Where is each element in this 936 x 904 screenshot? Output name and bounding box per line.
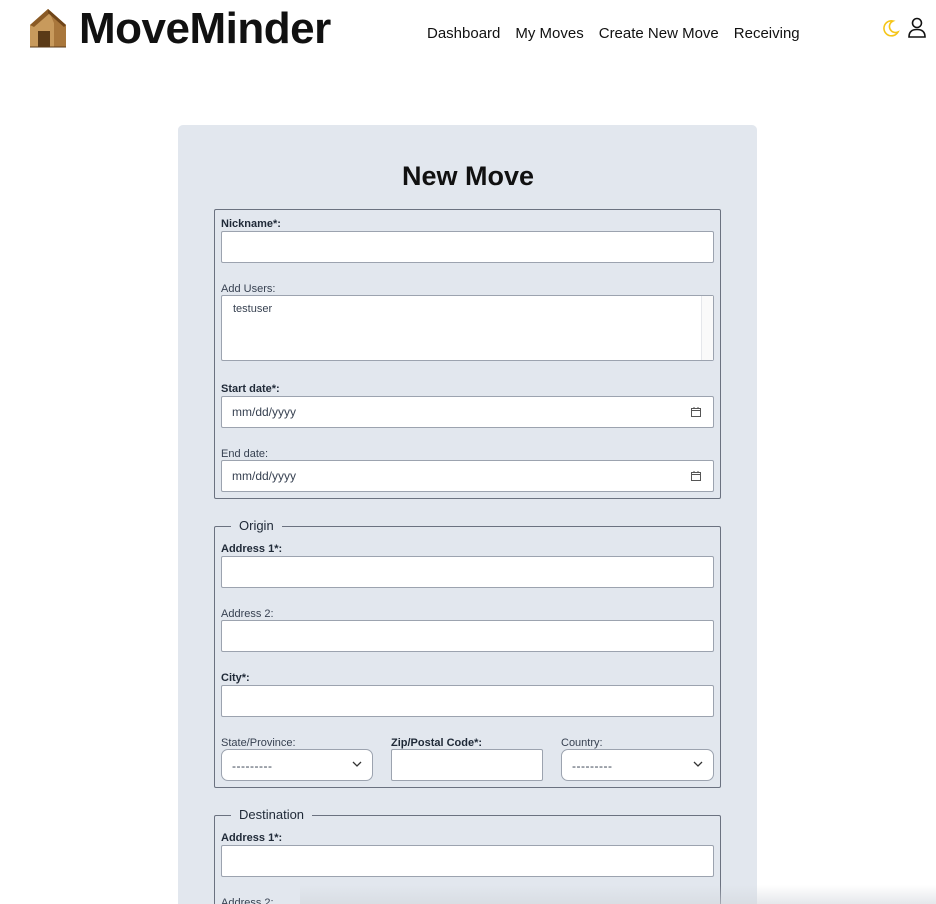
origin-state-label: State/Province: (221, 737, 296, 749)
origin-city-input[interactable] (221, 685, 714, 717)
user-option[interactable]: testuser (233, 303, 272, 315)
calendar-icon[interactable] (691, 471, 701, 481)
moon-icon[interactable] (882, 19, 900, 37)
nickname-input[interactable] (221, 231, 714, 263)
origin-legend: Origin (231, 517, 282, 535)
add-users-multiselect[interactable]: testuser (221, 295, 714, 361)
origin-zip-label: Zip/Postal Code*: (391, 737, 483, 749)
brand-logo-link[interactable]: MoveMinder (26, 4, 331, 53)
brand-name: MoveMinder (79, 4, 331, 53)
chevron-down-icon (693, 761, 703, 767)
origin-country-value: --------- (572, 759, 613, 773)
nav-dashboard[interactable]: Dashboard (427, 24, 500, 44)
origin-address2-input[interactable] (221, 620, 714, 652)
origin-state-select[interactable]: --------- (221, 749, 373, 781)
calendar-icon[interactable] (691, 407, 701, 417)
destination-legend: Destination (231, 806, 313, 824)
origin-zip-input[interactable] (391, 749, 543, 781)
main-nav: Dashboard My Moves Create New Move Recei… (427, 24, 800, 44)
origin-address2-label: Address 2: (221, 608, 274, 620)
end-date-input[interactable]: mm/dd/yyyy (221, 460, 714, 492)
page-fade (300, 885, 936, 904)
destination-address1-label: Address 1*: (221, 832, 283, 844)
start-date-input[interactable]: mm/dd/yyyy (221, 396, 714, 428)
origin-address1-input[interactable] (221, 556, 714, 588)
origin-country-select[interactable]: --------- (561, 749, 714, 781)
start-date-label: Start date*: (221, 383, 280, 395)
box-house-icon (30, 9, 66, 48)
origin-address1-label: Address 1*: (221, 543, 283, 555)
start-date-placeholder: mm/dd/yyyy (232, 405, 297, 419)
destination-address1-input[interactable] (221, 845, 714, 877)
origin-state-value: --------- (232, 759, 273, 773)
nav-my-moves[interactable]: My Moves (515, 24, 583, 44)
page-title: New Move (401, 161, 535, 191)
nickname-label: Nickname*: (221, 218, 281, 230)
user-icon[interactable] (907, 17, 927, 39)
end-date-label: End date: (221, 448, 269, 460)
nav-create-new-move[interactable]: Create New Move (599, 24, 719, 44)
end-date-placeholder: mm/dd/yyyy (232, 469, 297, 483)
origin-city-label: City*: (221, 672, 250, 684)
destination-address2-label: Address 2: (221, 897, 274, 904)
multiselect-scrollbar[interactable] (701, 296, 713, 360)
add-users-label: Add Users: (221, 283, 276, 295)
top-navbar: MoveMinder Dashboard My Moves Create New… (0, 0, 936, 62)
chevron-down-icon (352, 761, 362, 767)
origin-country-label: Country: (561, 737, 603, 749)
nav-receiving[interactable]: Receiving (734, 24, 800, 44)
